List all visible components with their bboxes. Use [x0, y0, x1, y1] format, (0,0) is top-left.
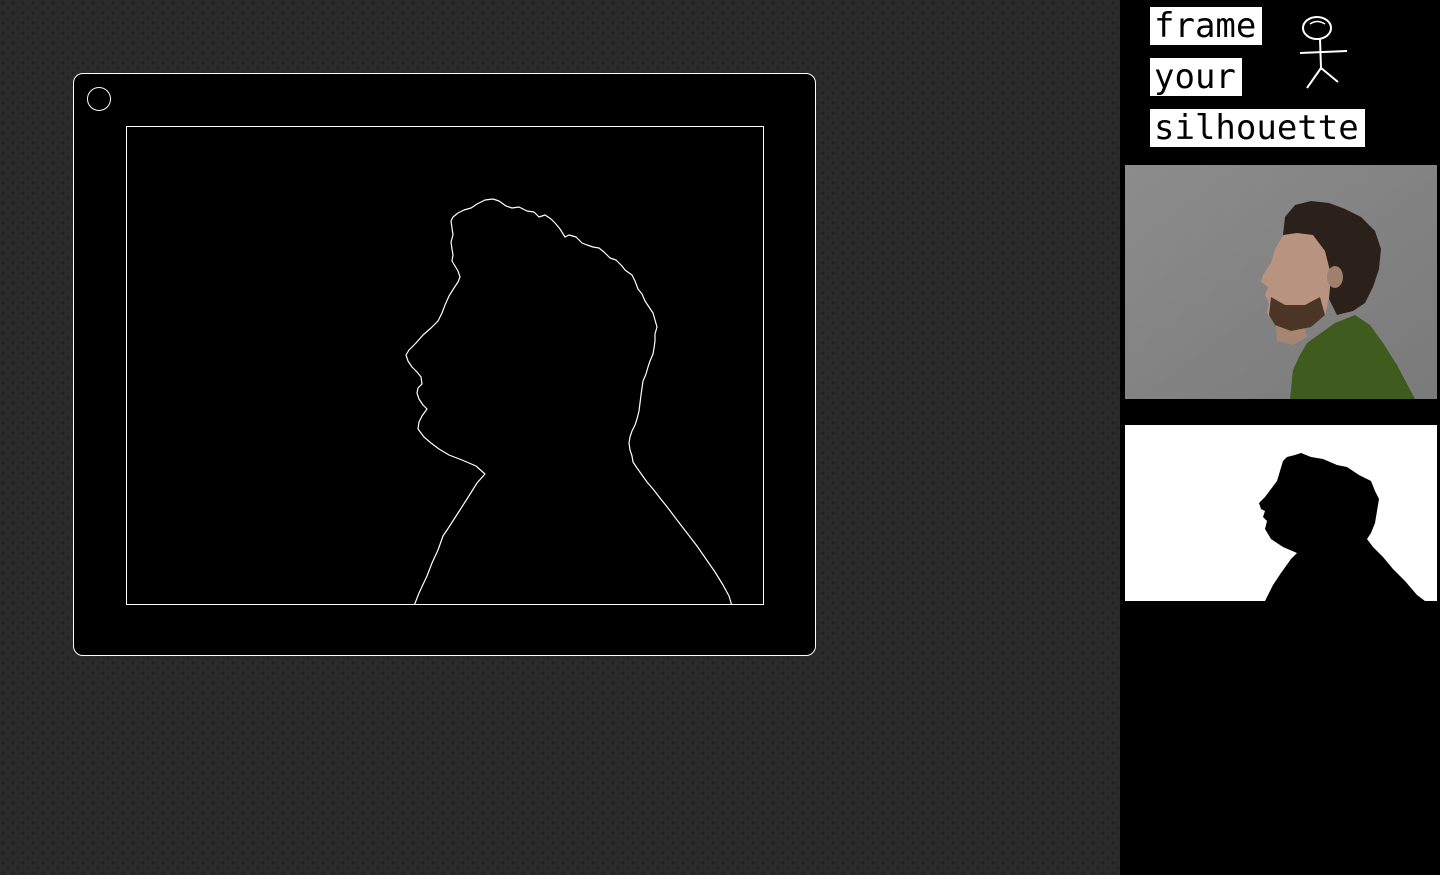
record-button-icon[interactable]: [87, 87, 111, 111]
silhouette-outline: [405, 198, 733, 604]
sidebar: frame your silhouette: [1120, 0, 1440, 875]
main-stage: [0, 0, 1120, 875]
title-word-your: your: [1150, 58, 1242, 96]
silhouette-mask: [1125, 425, 1437, 601]
camera-feed-image: [1125, 165, 1437, 399]
silhouette-mask-image: [1259, 453, 1425, 601]
camera-feed: [1125, 165, 1437, 399]
silhouette-viewport: [126, 126, 764, 605]
title-word-frame: frame: [1150, 7, 1263, 45]
silhouette-frame: [73, 73, 816, 656]
title-word-silhouette: silhouette: [1150, 109, 1365, 147]
stick-figure-icon: [1299, 16, 1348, 89]
